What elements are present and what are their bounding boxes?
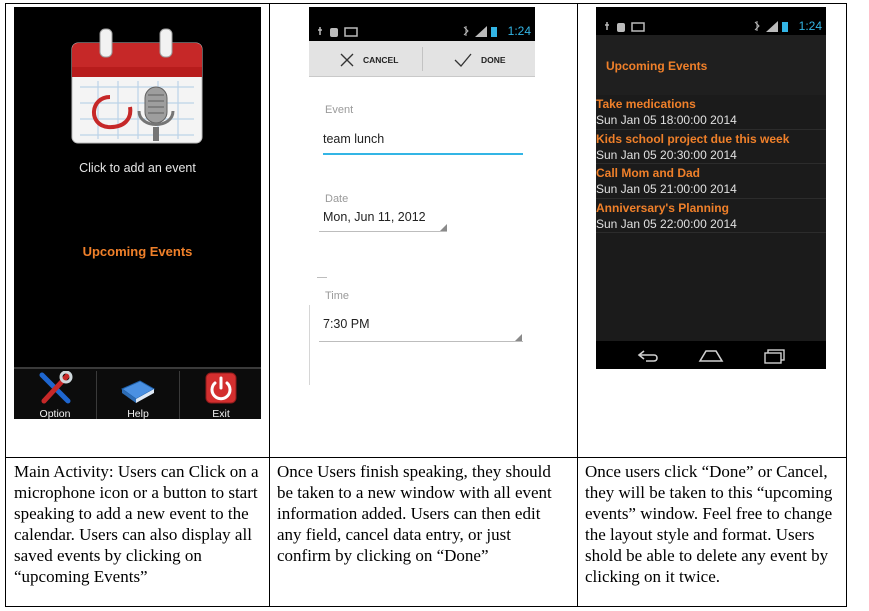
signal-battery-icon (754, 21, 788, 32)
caption-upcoming-events: Once users click “Done” or Cancel, they … (585, 462, 833, 586)
bottom-toolbar: Option Help Exit (14, 367, 261, 419)
date-picker[interactable]: Mon, Jun 11, 2012 (323, 210, 426, 224)
caption-event-edit: Once Users finish speaking, they should … (277, 462, 552, 565)
cancel-label: CANCEL (363, 55, 399, 65)
page-title: Upcoming Events (606, 59, 708, 73)
status-time: 1:24 (798, 19, 822, 33)
exit-button[interactable]: Exit (180, 369, 261, 419)
list-item[interactable]: Kids school project due this week Sun Ja… (596, 130, 826, 164)
table-row-divider (5, 457, 847, 458)
event-field[interactable]: team lunch (323, 132, 384, 146)
table-border-top (5, 3, 847, 4)
time-dropdown-icon (515, 334, 522, 341)
done-button[interactable]: DONE (439, 41, 535, 77)
divider-stub (317, 277, 327, 278)
help-button[interactable]: Help (97, 369, 179, 419)
list-item[interactable]: Anniversary's Planning Sun Jan 05 22:00:… (596, 199, 826, 233)
table-divider-1 (269, 3, 270, 607)
event-title: Kids school project due this week (596, 131, 790, 146)
table-divider-2 (577, 3, 578, 607)
event-label: Event (325, 104, 354, 116)
back-icon[interactable] (636, 348, 662, 364)
list-item[interactable]: Call Mom and Dad Sun Jan 05 21:00:00 201… (596, 164, 826, 199)
exit-label: Exit (212, 408, 230, 419)
status-bar: 1:24 (309, 7, 535, 41)
date-underline (319, 231, 447, 232)
upcoming-events-button[interactable]: Upcoming Events (14, 244, 261, 259)
main-activity-screen: Click to add an event Upcoming Events Op… (14, 7, 261, 419)
option-label: Option (39, 408, 71, 419)
done-label: DONE (481, 55, 506, 65)
click-to-add-text[interactable]: Click to add an event (14, 161, 261, 175)
status-bar: 1:24 (596, 7, 826, 35)
help-label: Help (127, 408, 149, 419)
event-field-underline (323, 153, 523, 155)
event-title: Anniversary's Planning (596, 200, 729, 215)
caption-main-activity: Main Activity: Users can Click on a micr… (14, 462, 259, 586)
navigation-bar (596, 341, 826, 369)
signal-battery-icon (463, 26, 497, 37)
upcoming-events-screen: 1:24 Upcoming Events Take medications Su… (596, 7, 826, 369)
power-icon (205, 372, 237, 404)
calendar-microphone-icon[interactable] (14, 27, 261, 147)
close-icon (340, 53, 354, 67)
time-picker[interactable]: 7:30 PM (323, 317, 370, 331)
table-border-bottom (5, 606, 847, 607)
event-title: Call Mom and Dad (596, 166, 701, 180)
event-date: Sun Jan 05 21:00:00 2014 (596, 182, 737, 196)
event-date: Sun Jan 05 18:00:00 2014 (596, 113, 737, 127)
event-list: Take medications Sun Jan 05 18:00:00 201… (596, 95, 826, 233)
time-label: Time (325, 290, 350, 302)
table-border-right (846, 3, 847, 607)
event-title: Take medications (596, 97, 696, 111)
action-divider (422, 47, 423, 71)
action-bar: CANCEL DONE (309, 41, 535, 77)
notification-icons (318, 27, 358, 37)
screen-edge (309, 305, 310, 385)
event-date: Sun Jan 05 22:00:00 2014 (596, 216, 737, 231)
event-edit-screen: 1:24 CANCEL DONE Event team lunch Date M… (309, 7, 535, 385)
book-icon (120, 380, 156, 403)
table-border-left (5, 3, 6, 607)
cancel-button[interactable]: CANCEL (329, 41, 429, 77)
title-bar: Upcoming Events (596, 35, 826, 95)
status-time: 1:24 (507, 24, 531, 38)
recent-apps-icon[interactable] (762, 348, 788, 364)
date-label: Date (325, 193, 349, 205)
home-icon[interactable] (698, 348, 724, 364)
event-date: Sun Jan 05 20:30:00 2014 (596, 147, 737, 162)
option-button[interactable]: Option (14, 369, 96, 419)
tools-icon (39, 371, 73, 404)
list-item[interactable]: Take medications Sun Jan 05 18:00:00 201… (596, 95, 826, 130)
date-dropdown-icon (440, 224, 447, 231)
checkmark-icon (454, 53, 472, 67)
time-underline (319, 341, 523, 342)
notification-icons (605, 22, 645, 32)
